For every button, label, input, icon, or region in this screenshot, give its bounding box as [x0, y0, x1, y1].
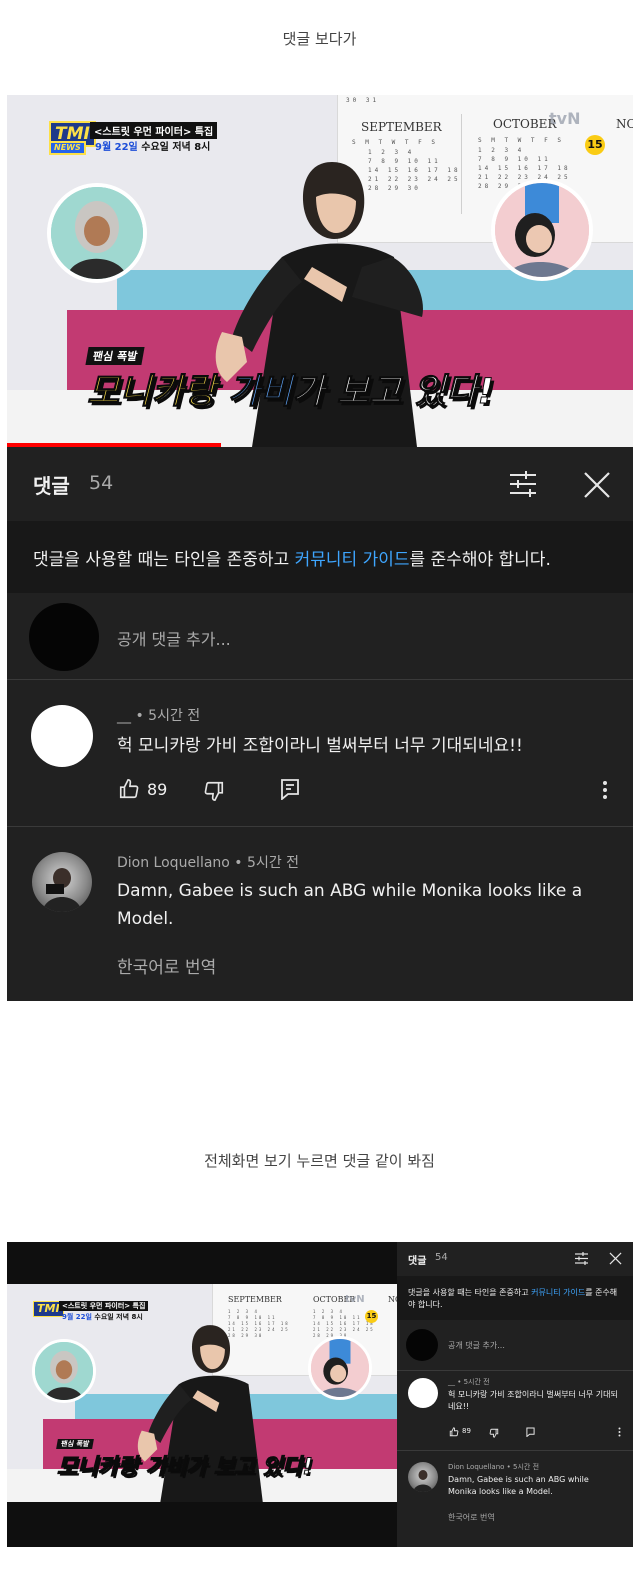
close-icon[interactable]: [579, 467, 615, 503]
reply-icon[interactable]: [278, 777, 302, 801]
comment-meta: Dion Loquellano • 5시간 전: [448, 1463, 540, 1471]
video-caption: 모니카랑 가비가 보고 있다!: [57, 1455, 314, 1481]
calendar-november: NO: [388, 1295, 397, 1304]
comment-author[interactable]: __: [117, 708, 131, 724]
translate-link[interactable]: 한국어로 번역: [448, 1512, 495, 1523]
age-rating-badge: 15: [365, 1310, 378, 1323]
community-guidelines-link[interactable]: 커뮤니티 가이드: [295, 550, 410, 570]
comment-meta: __ • 5시간 전: [117, 708, 201, 724]
screenshot-fullscreen: SEPTEMBER 1 2 3 4 7 8 9 10 11 14 15 16 1…: [7, 1242, 633, 1547]
sliders-icon[interactable]: [573, 1251, 589, 1265]
calendar-top-numbers: 30 31: [346, 97, 380, 104]
community-guidelines-notice: 댓글을 사용할 때는 타인을 존중하고 커뮤니티 가이드를 준수해야 합니다.: [7, 521, 633, 593]
comment-avatar[interactable]: [408, 1462, 438, 1492]
channel-logo: tvN: [345, 1294, 365, 1305]
my-avatar: [406, 1329, 438, 1361]
like-count: 89: [147, 780, 168, 799]
comment-time: 5시간 전: [247, 855, 300, 871]
calendar-days-oct: S M T W T F S: [478, 137, 564, 144]
comments-header: 댓글 54: [7, 447, 633, 521]
caption-mid: 전체화면 보기 누르면 댓글 같이 봐짐: [204, 1152, 435, 1170]
thumbs-down-icon[interactable]: [488, 1427, 499, 1438]
divider: [397, 1450, 633, 1451]
fan-tag: 팬심 폭발: [56, 1439, 95, 1449]
comment-text: 헉 모니카랑 가비 조합이라니 벌써부터 너무 기대되네요!!: [117, 736, 523, 756]
age-rating-badge: 15: [585, 135, 605, 155]
divider: [397, 1370, 633, 1371]
thumbs-up-icon[interactable]: [117, 777, 141, 801]
reaction-bubble-left: [32, 1339, 96, 1403]
channel-logo: tvN: [549, 109, 581, 128]
thumbs-down-icon[interactable]: [202, 779, 226, 803]
reaction-bubble-right: [491, 179, 593, 281]
video-player-fullscreen[interactable]: SEPTEMBER 1 2 3 4 7 8 9 10 11 14 15 16 1…: [7, 1284, 397, 1502]
divider: [7, 826, 633, 827]
add-comment-input[interactable]: 공개 댓글 추가...: [117, 626, 231, 650]
reaction-bubble-left: [47, 183, 147, 283]
calendar-october: OCTOBER: [493, 117, 557, 131]
translate-link[interactable]: 한국어로 번역: [117, 953, 216, 978]
comments-side-panel: 댓글 54 댓글을 사용할 때는 타인을 존중하고 커뮤니티 가이드를 준수해야…: [397, 1242, 633, 1547]
add-comment-input[interactable]: 공개 댓글 추가...: [448, 1340, 505, 1351]
tmi-date: 9월 22일: [95, 142, 138, 153]
comment-avatar[interactable]: [31, 705, 93, 767]
video-caption: 모니카랑 가비가 보고 있다!: [87, 372, 495, 413]
divider: [7, 679, 633, 680]
calendar-days-sep: S M T W T F S: [352, 139, 438, 146]
reaction-bubble-right: [308, 1336, 372, 1400]
tmi-show-title: <스트릿 우먼 파이터> 특집: [90, 122, 218, 139]
video-player[interactable]: 30 31 SEPTEMBER S M T W T F S 1 2 3 4 7 …: [7, 95, 633, 447]
tmi-airtime: 9월 22일 수요일 저녁 8시: [95, 138, 210, 153]
comment-meta: Dion Loquellano • 5시간 전: [117, 855, 300, 871]
community-guidelines-link[interactable]: 커뮤니티 가이드: [531, 1288, 585, 1297]
comment-meta: __ • 5시간 전: [448, 1378, 490, 1386]
comment-text: Damn, Gabee is such an ABG while Monika …: [117, 881, 583, 929]
community-guidelines-notice: 댓글을 사용할 때는 타인을 존중하고 커뮤니티 가이드를 준수해야 합니다.: [397, 1276, 633, 1320]
caption-top: 댓글 보다가: [282, 30, 357, 48]
thumbs-up-icon[interactable]: [448, 1426, 459, 1437]
tmi-show-title: <스트릿 우먼 파이터> 특집: [59, 1301, 149, 1311]
like-count: 89: [462, 1427, 471, 1435]
close-icon[interactable]: [608, 1251, 622, 1265]
more-vertical-icon[interactable]: [616, 1426, 622, 1437]
tmi-news-logo: NEWS: [49, 141, 86, 155]
comment-time: 5시간 전: [148, 708, 201, 724]
tmi-airtime: 9월 22일 수요일 저녁 8시: [62, 1313, 143, 1321]
comments-title: 댓글: [408, 1256, 427, 1267]
comments-count: 54: [89, 472, 114, 494]
calendar-november: NO: [616, 117, 633, 131]
sliders-icon[interactable]: [505, 467, 541, 501]
comments-title: 댓글: [33, 474, 70, 498]
comment-author[interactable]: Dion Loquellano: [117, 855, 230, 871]
comment-text: Damn, Gabee is such an ABG while Monika …: [448, 1475, 589, 1496]
calendar-september: SEPTEMBER: [228, 1295, 282, 1304]
more-vertical-icon[interactable]: [597, 778, 613, 802]
calendar-september: SEPTEMBER: [361, 120, 442, 134]
tmi-time-text: 수요일 저녁 8시: [137, 142, 211, 153]
my-avatar: [29, 603, 99, 671]
comment-avatar[interactable]: [408, 1378, 438, 1408]
comment-text: 헉 모니카랑 가비 조합이라니 벌써부터 너무 기대되네요!!: [448, 1390, 618, 1411]
reply-icon[interactable]: [525, 1426, 536, 1437]
comment-avatar[interactable]: [32, 852, 92, 912]
screenshot-portrait: 30 31 SEPTEMBER S M T W T F S 1 2 3 4 7 …: [7, 95, 633, 1001]
comments-count: 54: [435, 1252, 448, 1263]
